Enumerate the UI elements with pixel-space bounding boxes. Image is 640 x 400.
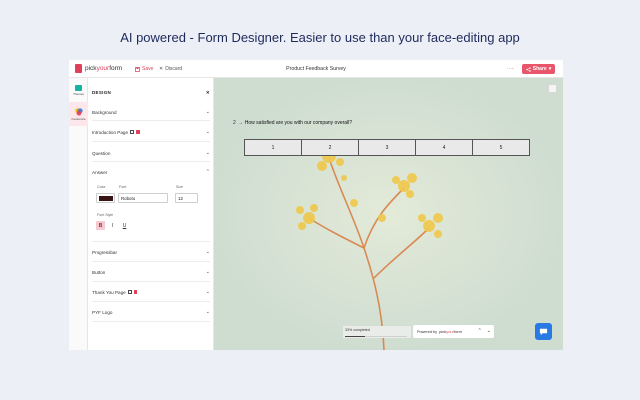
section-button[interactable]: Button ⌄ xyxy=(92,267,210,277)
section-pyf-logo[interactable]: PYF Logo ⌄ xyxy=(92,307,210,317)
settings-icon[interactable] xyxy=(548,84,557,93)
panel-title: DESIGN xyxy=(92,90,112,95)
progress-text: 33% completed xyxy=(345,328,370,332)
collaborators-icon[interactable]: ⋯◦ xyxy=(507,66,517,72)
form-title: Product Feedback Survey xyxy=(286,66,346,72)
underline-button[interactable]: U xyxy=(120,221,129,230)
chevron-down-icon[interactable]: ⌄ xyxy=(487,328,491,334)
left-rail: Themes Customize xyxy=(69,78,88,350)
section-label: PYF Logo xyxy=(92,309,113,315)
section-intro[interactable]: Introduction Page ⌄ xyxy=(92,127,210,137)
section-question[interactable]: Question ⌄ xyxy=(92,148,210,158)
top-bar: pickyourform Save ✕ Discard Product Feed… xyxy=(69,60,563,78)
italic-button[interactable]: I xyxy=(108,221,117,230)
scale-option[interactable]: 3 xyxy=(359,140,416,155)
section-label: Background xyxy=(92,109,117,115)
bold-button[interactable]: B xyxy=(96,221,105,230)
lock-icon xyxy=(136,130,140,134)
share-button[interactable]: Share ▾ xyxy=(522,64,555,74)
panel-header: DESIGN ✕ xyxy=(92,90,210,96)
flower-background-image xyxy=(214,78,563,350)
divider xyxy=(92,261,210,262)
design-panel: DESIGN ✕ Background ⌄ Introduction Page … xyxy=(88,78,214,350)
chevron-down-icon: ⌄ xyxy=(205,129,210,135)
size-field[interactable]: 12 xyxy=(175,193,198,203)
chevron-down-icon: ⌄ xyxy=(205,150,210,156)
chat-button[interactable] xyxy=(535,323,552,340)
question: 2 → How satisfied are you with our compa… xyxy=(233,120,352,126)
checkbox-icon[interactable] xyxy=(130,130,135,134)
divider xyxy=(92,321,210,322)
chevron-down-icon: ▾ xyxy=(548,66,552,72)
font-style-label: Font Style xyxy=(97,213,114,217)
chevron-down-icon: ⌄ xyxy=(205,249,210,255)
question-number: 2 xyxy=(233,120,236,126)
font-field[interactable]: Roboto xyxy=(118,193,168,203)
divider xyxy=(92,281,210,282)
section-progressbar[interactable]: Progressbar ⌄ xyxy=(92,247,210,257)
chevron-down-icon: ⌄ xyxy=(205,269,210,275)
progress-indicator: 33% completed xyxy=(343,326,411,338)
section-label: Introduction Page xyxy=(92,129,129,135)
section-label: Thank You Page xyxy=(92,289,126,295)
chevron-up-icon[interactable]: ⌃ xyxy=(478,328,482,334)
section-background[interactable]: Background ⌄ xyxy=(92,107,210,117)
share-label: Share xyxy=(532,66,547,72)
section-thankyou[interactable]: Thank You Page ⌄ xyxy=(92,287,210,297)
rail-item-themes[interactable]: Themes xyxy=(69,78,88,102)
section-label: Answer xyxy=(92,169,108,175)
form-preview: 2 → How satisfied are you with our compa… xyxy=(214,78,563,350)
color-label: Color xyxy=(97,185,106,189)
paint-icon xyxy=(74,107,83,116)
chevron-up-icon: ⌃ xyxy=(205,169,210,175)
divider xyxy=(92,120,210,121)
divider xyxy=(92,301,210,302)
brand-c: form xyxy=(453,329,462,334)
chevron-down-icon: ⌄ xyxy=(205,289,210,295)
progress-track xyxy=(345,335,407,337)
lock-icon xyxy=(133,290,138,294)
divider xyxy=(92,161,210,162)
rail-item-customize[interactable]: Customize xyxy=(69,102,88,126)
scale-option[interactable]: 2 xyxy=(302,140,359,155)
rail-label-customize: Customize xyxy=(71,116,86,121)
scale-option[interactable]: 5 xyxy=(473,140,529,155)
app-window: pickyourform Save ✕ Discard Product Feed… xyxy=(69,60,563,350)
font-label: Font xyxy=(119,185,127,189)
powered-by-badge[interactable]: Powered by pickyourform ⌃ ⌄ xyxy=(413,325,494,338)
chevron-down-icon: ⌄ xyxy=(205,309,210,315)
rail-label-themes: Themes xyxy=(73,91,84,96)
close-icon[interactable]: ✕ xyxy=(206,90,210,96)
section-answer[interactable]: Answer ⌃ xyxy=(92,167,210,177)
chat-icon xyxy=(539,328,548,336)
color-swatch xyxy=(98,195,113,201)
share-icon xyxy=(526,66,531,72)
rating-scale: 1 2 3 4 5 xyxy=(244,139,530,156)
progress-fill xyxy=(345,335,366,337)
question-text: How satisfied are you with our company o… xyxy=(244,120,353,126)
section-label: Progressbar xyxy=(92,249,118,255)
palette-icon xyxy=(75,84,82,91)
chevron-down-icon: ⌄ xyxy=(205,109,210,115)
section-label: Question xyxy=(92,150,111,156)
section-label: Button xyxy=(92,269,106,275)
headline: AI powered - Form Designer. Easier to us… xyxy=(120,30,520,45)
color-picker[interactable] xyxy=(96,193,115,203)
scale-option[interactable]: 4 xyxy=(416,140,473,155)
brand-b: your xyxy=(446,329,454,334)
checkbox-icon[interactable] xyxy=(127,290,132,294)
powered-by-label: Powered by xyxy=(417,329,438,334)
scale-option[interactable]: 1 xyxy=(245,140,302,155)
divider xyxy=(92,241,210,242)
size-label: Size xyxy=(176,185,183,189)
arrow-right-icon: → xyxy=(237,120,243,126)
divider xyxy=(92,141,210,142)
